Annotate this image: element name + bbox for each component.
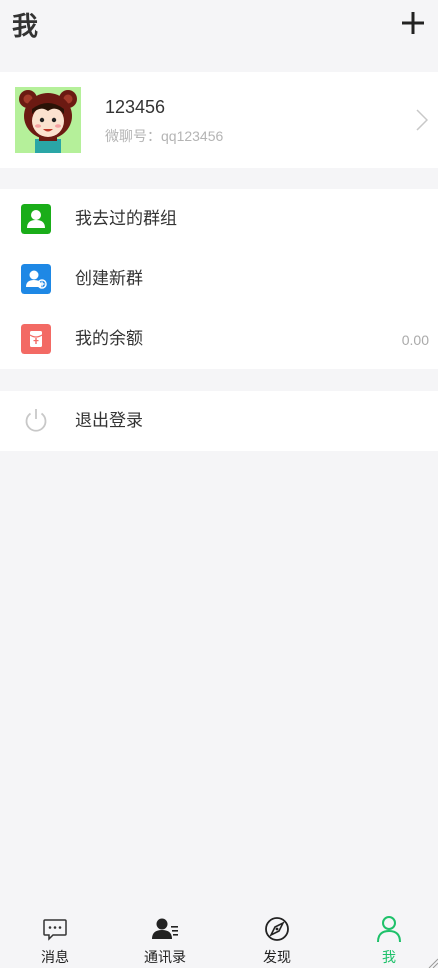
nickname: 123456 bbox=[105, 97, 166, 117]
menu-item-create-group[interactable]: 创建新群 bbox=[0, 249, 438, 309]
logout-row[interactable]: 退出登录 bbox=[0, 391, 438, 451]
resize-grip-icon[interactable] bbox=[428, 958, 438, 968]
profile-card[interactable]: 123456 微聊号：qq123456 bbox=[0, 72, 438, 168]
add-group-icon bbox=[21, 264, 51, 294]
contacts-icon bbox=[152, 918, 178, 939]
tab-bar: 消息 通讯录 发现 我 bbox=[0, 906, 438, 968]
tab-messages[interactable]: 消息 bbox=[0, 906, 110, 968]
wechat-id-label: 微聊号： bbox=[105, 128, 161, 144]
tab-contacts[interactable]: 通讯录 bbox=[110, 906, 220, 968]
chat-bubble-icon bbox=[43, 919, 67, 941]
header: 我 bbox=[0, 0, 438, 54]
tab-label: 发现 bbox=[263, 949, 291, 965]
app-screen: 我 123456 微聊号：qq123456 我去过的群组 创建新群 我的余额 0… bbox=[0, 0, 438, 968]
menu-item-label: 创建新群 bbox=[75, 269, 143, 288]
red-packet-icon bbox=[21, 324, 51, 354]
menu-item-balance[interactable]: 我的余额 0.00 bbox=[0, 309, 438, 369]
tab-label: 我 bbox=[382, 949, 396, 965]
compass-icon bbox=[265, 917, 289, 941]
tab-discover[interactable]: 发现 bbox=[222, 906, 332, 968]
menu-group: 我去过的群组 创建新群 我的余额 0.00 bbox=[0, 189, 438, 369]
plus-icon[interactable] bbox=[402, 12, 424, 34]
logout-label: 退出登录 bbox=[75, 411, 143, 430]
balance-value: 0.00 bbox=[401, 332, 429, 348]
page-title: 我 bbox=[12, 11, 39, 41]
tab-label: 消息 bbox=[41, 949, 69, 965]
person-outline-icon bbox=[377, 916, 401, 943]
person-icon bbox=[21, 204, 51, 234]
menu-item-label: 我去过的群组 bbox=[75, 209, 177, 228]
chevron-right-icon bbox=[416, 109, 428, 131]
wechat-id-value: qq123456 bbox=[161, 128, 224, 144]
tab-me[interactable]: 我 bbox=[334, 906, 438, 968]
bear-costume-avatar-icon bbox=[15, 87, 81, 153]
wechat-id: 微聊号：qq123456 bbox=[105, 127, 223, 145]
menu-item-label: 我的余额 bbox=[75, 329, 143, 348]
power-icon bbox=[25, 409, 47, 432]
avatar[interactable] bbox=[15, 87, 81, 153]
tab-label: 通讯录 bbox=[144, 949, 186, 965]
menu-item-groups-visited[interactable]: 我去过的群组 bbox=[0, 189, 438, 249]
